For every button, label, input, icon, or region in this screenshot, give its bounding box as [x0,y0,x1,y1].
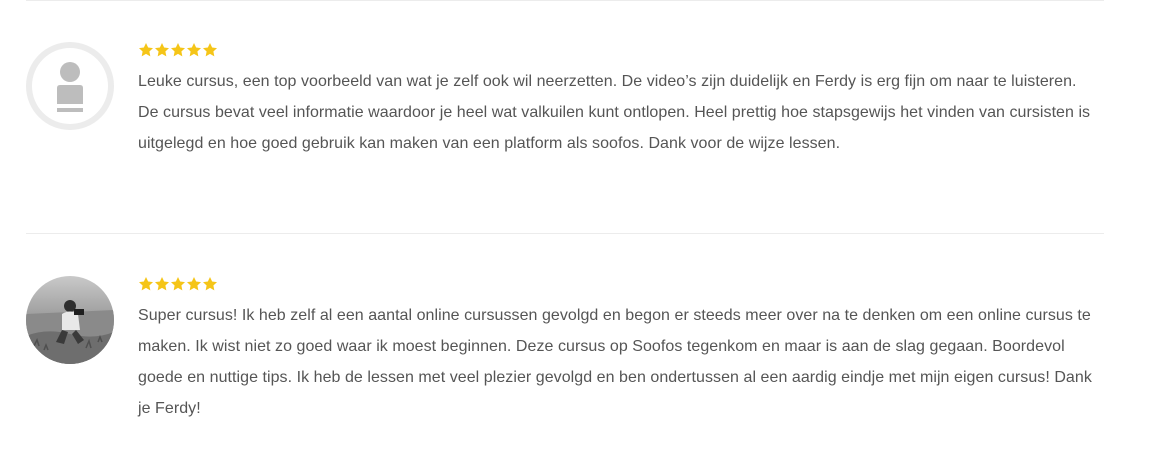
star-icon [187,277,201,291]
review-text: Leuke cursus, een top voorbeeld van wat … [138,73,1091,152]
star-icon [155,277,169,291]
star-icon [171,277,185,291]
star-icon [203,43,217,57]
star-icon [187,43,201,57]
default-avatar-icon [26,42,114,130]
photographer-avatar [26,276,114,364]
star-icon [139,277,153,291]
star-icon [139,43,153,57]
star-icon [171,43,185,57]
star-icon [155,43,169,57]
star-rating [138,42,1098,60]
photographer-photo-icon [26,276,114,364]
review-text: Super cursus! Ik heb zelf al een aantal … [138,307,1092,417]
star-rating [138,276,1098,294]
reviews-list: Leuke cursus, een top voorbeeld van wat … [26,0,1104,460]
review-content: Leuke cursus, een top voorbeeld van wat … [138,42,1098,159]
divider [26,233,1104,234]
divider [26,0,1104,1]
user-silhouette-icon [32,48,108,124]
star-icon [203,277,217,291]
review-content: Super cursus! Ik heb zelf al een aantal … [138,276,1098,424]
